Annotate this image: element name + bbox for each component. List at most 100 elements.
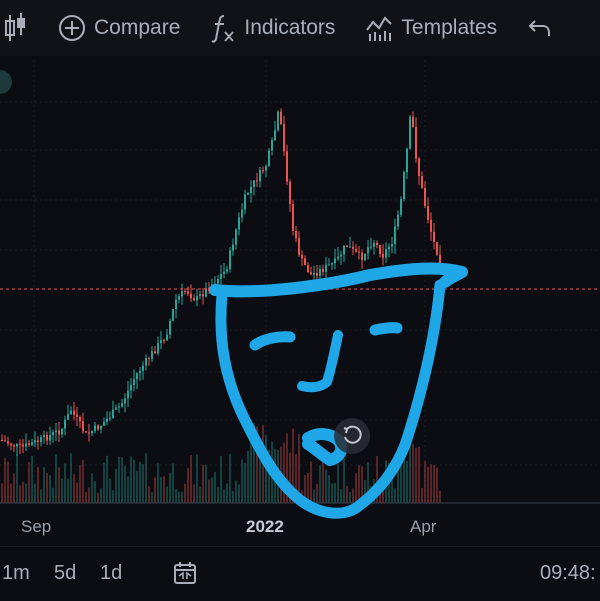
candle-body — [277, 111, 279, 131]
volume-bar — [415, 447, 417, 503]
candle-body — [271, 140, 273, 151]
volume-bar — [409, 444, 411, 503]
candle-body — [130, 384, 132, 391]
candle-body — [61, 428, 63, 435]
volume-bar — [163, 476, 165, 503]
volume-bar — [16, 454, 18, 503]
volume-bar — [46, 473, 48, 503]
volume-bar — [223, 489, 225, 503]
volume-bar — [178, 491, 180, 503]
candle-body — [232, 244, 234, 251]
volume-bar — [343, 458, 345, 503]
candle-body — [298, 238, 300, 255]
candle-body — [196, 296, 198, 301]
volume-bar — [433, 464, 435, 503]
candle-body — [46, 434, 48, 441]
candle-body — [370, 246, 372, 248]
candle-body — [172, 309, 174, 321]
candle-body — [346, 245, 348, 248]
volume-bar — [196, 454, 198, 503]
price-chart[interactable] — [0, 56, 600, 536]
bottom-bar — [0, 546, 600, 601]
volume-bar — [55, 454, 57, 503]
candle-body — [397, 214, 399, 227]
candle-body — [256, 180, 258, 182]
candle-body — [433, 231, 435, 242]
volume-bar — [85, 492, 87, 503]
candle-body — [160, 340, 162, 344]
candle-body — [103, 421, 105, 426]
candle-body — [115, 407, 117, 410]
candle-body — [139, 370, 141, 374]
volume-bar — [94, 481, 96, 503]
volume-bar — [31, 455, 33, 503]
volume-bar — [217, 487, 219, 503]
range-1d-button[interactable]: 1d — [100, 562, 122, 585]
candle-body — [388, 246, 390, 250]
templates-button[interactable]: Templates — [365, 14, 497, 42]
candle-body — [328, 264, 330, 266]
undo-icon — [528, 20, 551, 36]
volume-bar — [88, 487, 90, 503]
indicators-button[interactable]: Indicators — [210, 13, 335, 43]
candle-body — [391, 244, 393, 247]
volume-bar — [91, 473, 93, 503]
volume-bar — [355, 473, 357, 503]
volume-bar — [421, 488, 423, 503]
candle-body — [112, 409, 114, 418]
volume-bar — [199, 486, 201, 503]
volume-bar — [235, 480, 237, 503]
candle-body — [361, 252, 363, 261]
undo-toolbar-button[interactable] — [527, 16, 561, 40]
volume-bar — [82, 459, 84, 503]
candle-body — [133, 379, 135, 385]
undo-drawing-button[interactable] — [334, 418, 370, 454]
price-chart-area[interactable] — [0, 56, 600, 536]
candle-body — [142, 365, 144, 371]
volume-bar — [61, 478, 63, 503]
volume-bar — [226, 483, 228, 503]
volume-bar — [418, 446, 420, 503]
candle-body — [310, 272, 312, 275]
candle-body — [379, 245, 381, 255]
candle-body — [250, 186, 252, 193]
volume-bar — [175, 488, 177, 503]
range-1m-button[interactable]: 1m — [2, 562, 30, 585]
volume-bar — [142, 464, 144, 503]
volume-bar — [310, 461, 312, 503]
candle-body — [55, 430, 57, 433]
candle-body — [292, 204, 294, 231]
candle-body — [52, 432, 54, 436]
range-5d-button[interactable]: 5d — [54, 562, 76, 585]
volume-bar — [331, 483, 333, 503]
candle-body — [322, 268, 324, 272]
candle-body — [331, 263, 333, 265]
candle-body — [202, 294, 204, 297]
candle-body — [283, 124, 285, 152]
date-range-button[interactable] — [172, 560, 198, 592]
candle-body — [31, 442, 33, 446]
volume-bar — [172, 463, 174, 503]
volume-bar — [40, 489, 42, 503]
volume-bar — [193, 484, 195, 503]
candle-body — [301, 254, 303, 259]
candles-chart-type-button[interactable] — [4, 11, 34, 45]
candle-body — [295, 230, 297, 239]
volume-bar — [145, 453, 147, 503]
volume-bar — [208, 479, 210, 503]
candle-body — [382, 254, 384, 258]
candle-body — [289, 181, 291, 205]
compare-button[interactable]: Compare — [58, 14, 180, 42]
candle-body — [124, 398, 126, 404]
candle-body — [358, 251, 360, 253]
candle-body — [244, 194, 246, 210]
candle-body — [418, 158, 420, 177]
candle-body — [265, 165, 267, 171]
xaxis-label-sep: Sep — [21, 517, 52, 536]
volume-bar — [214, 471, 216, 503]
volume-bar — [352, 488, 354, 503]
volume-bar — [283, 442, 285, 503]
candle-body — [343, 245, 345, 255]
candle-body — [400, 198, 402, 215]
volume-bar — [52, 487, 54, 503]
